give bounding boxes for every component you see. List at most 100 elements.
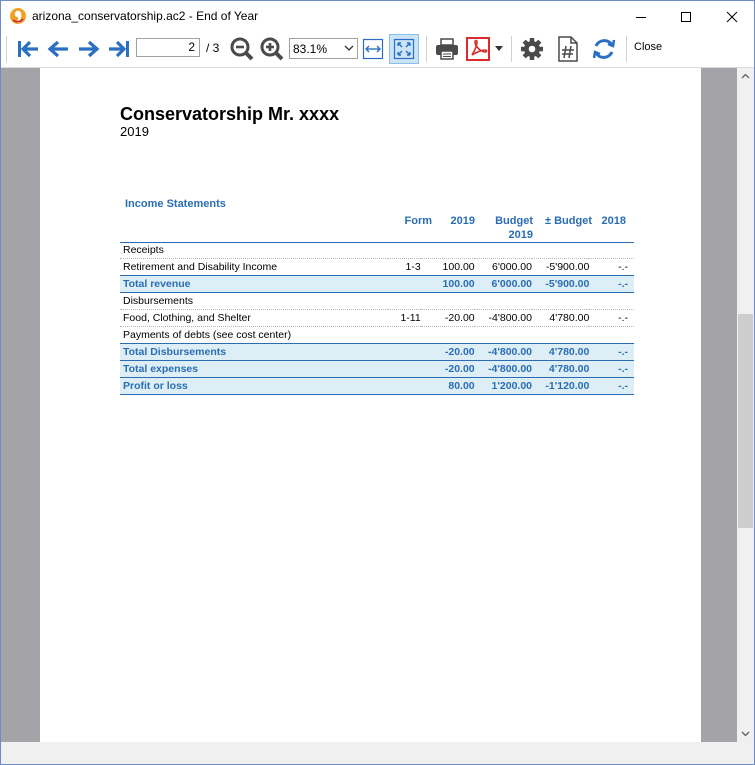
cell-delta: 4'780.00 xyxy=(532,343,590,361)
cell-budget: 1'200.00 xyxy=(474,377,532,395)
scroll-up-icon[interactable] xyxy=(741,73,750,79)
column-header-prior-year: 2018 xyxy=(601,215,626,227)
cell-form xyxy=(388,360,421,378)
cell-year xyxy=(420,326,475,344)
document-viewer[interactable]: Conservatorship Mr. xxxx 2019 Income Sta… xyxy=(1,68,737,742)
export-dropdown-button[interactable] xyxy=(493,34,505,64)
total-row: Total Disbursements -20.00 -4'800.00 4'780.… xyxy=(120,343,634,361)
minimize-button[interactable] xyxy=(618,1,663,32)
print-button[interactable] xyxy=(433,34,461,64)
cell-year: -20.00 xyxy=(420,309,475,327)
column-header-budget: Budget xyxy=(495,215,533,227)
toolbar-separator xyxy=(626,36,627,62)
cell-budget: 6'000.00 xyxy=(474,275,532,293)
column-header-form: Form xyxy=(404,215,433,227)
cell-delta: 4'780.00 xyxy=(532,360,590,378)
zoom-out-button[interactable] xyxy=(229,34,255,64)
cell-prior: -.- xyxy=(589,343,634,361)
report-title: Income Statements xyxy=(125,198,226,210)
zoom-in-icon xyxy=(260,37,284,61)
cell-delta xyxy=(532,242,590,259)
cell-budget: -4'800.00 xyxy=(474,309,532,327)
cell-delta: 4'780.00 xyxy=(532,309,590,327)
cell-budget xyxy=(474,242,532,259)
cell-year xyxy=(420,242,475,259)
cell-budget xyxy=(474,292,532,310)
close-button[interactable]: Close xyxy=(634,41,662,53)
cell-year: 100.00 xyxy=(420,258,475,276)
dropdown-triangle-icon xyxy=(495,46,503,51)
cell-budget: 6'000.00 xyxy=(474,258,532,276)
cell-description: Retirement and Disability Income xyxy=(120,258,389,276)
section-row: Disbursements xyxy=(120,292,634,310)
last-page-button[interactable] xyxy=(106,34,132,64)
cell-prior xyxy=(589,242,634,259)
cell-description: Total revenue xyxy=(120,275,389,293)
page-total-label: / 3 xyxy=(206,41,220,55)
close-window-button[interactable] xyxy=(709,1,754,32)
settings-button[interactable] xyxy=(518,34,546,64)
chevron-down-icon xyxy=(344,45,354,51)
title-bar: arizona_conservatorship.ac2 - End of Yea… xyxy=(1,1,754,32)
refresh-button[interactable] xyxy=(590,34,618,64)
arrow-left-icon xyxy=(47,40,68,58)
cell-prior: -.- xyxy=(589,275,634,293)
section-row: Payments of debts (see cost center) xyxy=(120,326,634,344)
page-numbering-button[interactable] xyxy=(555,34,581,64)
cell-description: Total expenses xyxy=(120,360,389,378)
last-page-icon xyxy=(109,40,129,58)
cell-budget: -4'800.00 xyxy=(474,360,532,378)
fit-width-button[interactable] xyxy=(361,34,385,64)
total-row: Total revenue 100.00 6'000.00 -5'900.00 -.- xyxy=(120,275,634,293)
printer-icon xyxy=(436,38,458,60)
cell-year xyxy=(420,292,475,310)
fit-page-button[interactable] xyxy=(389,34,419,64)
toolbar-separator xyxy=(511,36,512,62)
next-page-button[interactable] xyxy=(76,34,102,64)
zoom-in-button[interactable] xyxy=(259,34,285,64)
first-page-button[interactable] xyxy=(15,34,41,64)
cell-form xyxy=(388,326,421,344)
cell-prior: -.- xyxy=(589,258,634,276)
table-row: Retirement and Disability Income 1-3 100.0… xyxy=(120,258,634,276)
cell-description: Total Disbursements xyxy=(120,343,389,361)
total-row: Profit or loss 80.00 1'200.00 -1'120.00 -.- xyxy=(120,377,634,395)
toolbar-grip xyxy=(6,36,7,62)
cell-prior: -.- xyxy=(589,309,634,327)
fit-width-icon xyxy=(362,38,384,60)
pdf-icon xyxy=(466,37,490,61)
page-number-input[interactable]: 2 xyxy=(136,38,200,57)
fit-page-icon xyxy=(393,38,415,60)
income-statement-table: Receipts Retirement and Disability Income… xyxy=(120,242,634,395)
cell-year: 100.00 xyxy=(420,275,475,293)
vertical-scrollbar[interactable] xyxy=(737,68,754,742)
section-row: Receipts xyxy=(120,242,634,259)
document-title: Conservatorship Mr. xxxx xyxy=(120,104,340,124)
scroll-down-icon[interactable] xyxy=(741,731,750,737)
cell-budget xyxy=(474,326,532,344)
page-number-icon xyxy=(558,36,578,62)
document-year: 2019 xyxy=(120,124,149,139)
report-page: Conservatorship Mr. xxxx 2019 Income Sta… xyxy=(40,68,701,742)
cell-prior xyxy=(589,292,634,310)
column-header-budget-year: 2019 xyxy=(508,229,533,241)
app-window: arizona_conservatorship.ac2 - End of Yea… xyxy=(0,0,755,765)
first-page-icon xyxy=(18,40,38,58)
cell-form xyxy=(388,343,421,361)
scrollbar-thumb[interactable] xyxy=(738,314,753,528)
zoom-level-select[interactable]: 83.1% xyxy=(289,38,358,59)
cell-form xyxy=(388,242,421,259)
maximize-button[interactable] xyxy=(663,1,708,32)
cell-description: Disbursements xyxy=(120,292,389,310)
cell-form xyxy=(388,275,421,293)
cell-description: Receipts xyxy=(120,242,389,259)
previous-page-button[interactable] xyxy=(45,34,71,64)
cell-prior xyxy=(589,326,634,344)
cell-delta: -5'900.00 xyxy=(532,258,590,276)
cell-delta xyxy=(532,292,590,310)
cell-form: 1-3 xyxy=(388,258,421,276)
export-pdf-button[interactable] xyxy=(464,34,492,64)
total-row: Total expenses -20.00 -4'800.00 4'780.00 -.- xyxy=(120,360,634,378)
cell-year: -20.00 xyxy=(420,360,475,378)
toolbar-separator xyxy=(426,36,427,62)
